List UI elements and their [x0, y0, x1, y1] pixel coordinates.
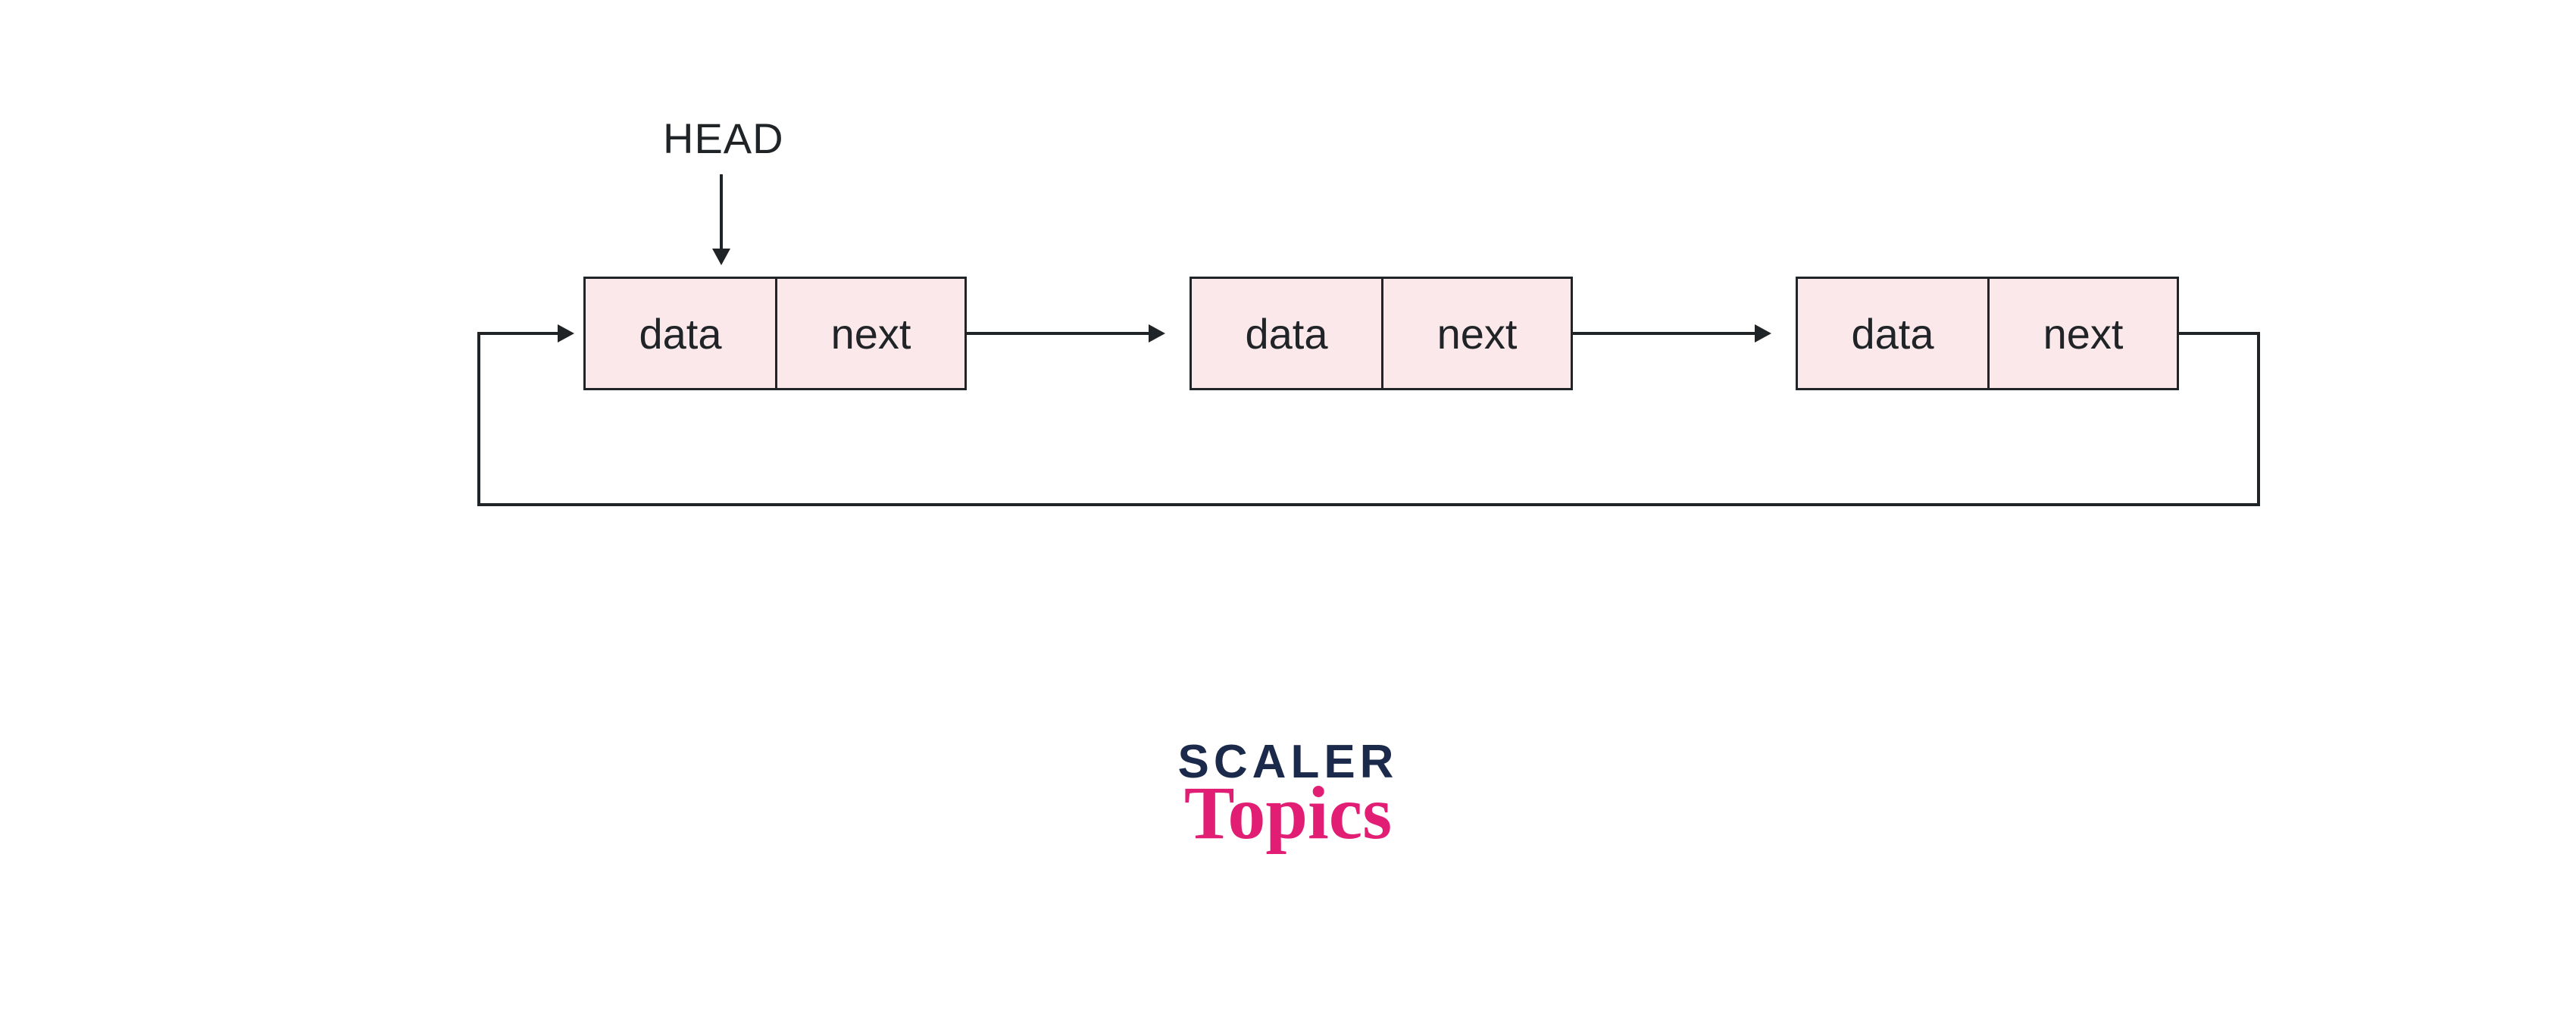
link-arrow-line [1571, 332, 1756, 335]
diagram-canvas: HEAD data next data next data next SCALE… [0, 0, 2576, 1023]
node-data-cell: data [1798, 279, 1987, 388]
list-node: data next [1796, 277, 2179, 390]
loop-arrow-segment [2177, 332, 2260, 335]
loop-arrow-segment [477, 332, 559, 335]
list-node: data next [583, 277, 967, 390]
list-node: data next [1190, 277, 1573, 390]
head-arrow-line [720, 174, 723, 250]
loop-arrowhead-right-icon [558, 324, 574, 343]
node-next-cell: next [1987, 279, 2177, 388]
loop-arrow-segment [2257, 332, 2260, 506]
node-next-cell: next [775, 279, 964, 388]
loop-arrow-segment [477, 503, 2260, 506]
head-arrowhead-down-icon [712, 249, 730, 265]
node-data-cell: data [1192, 279, 1381, 388]
link-arrow-line [964, 332, 1150, 335]
head-label: HEAD [663, 114, 784, 163]
link-arrowhead-right-icon [1149, 324, 1165, 343]
loop-arrow-segment [477, 332, 480, 506]
node-next-cell: next [1381, 279, 1571, 388]
brand-logo: SCALER Topics [1136, 735, 1440, 856]
link-arrowhead-right-icon [1755, 324, 1771, 343]
node-data-cell: data [586, 279, 775, 388]
